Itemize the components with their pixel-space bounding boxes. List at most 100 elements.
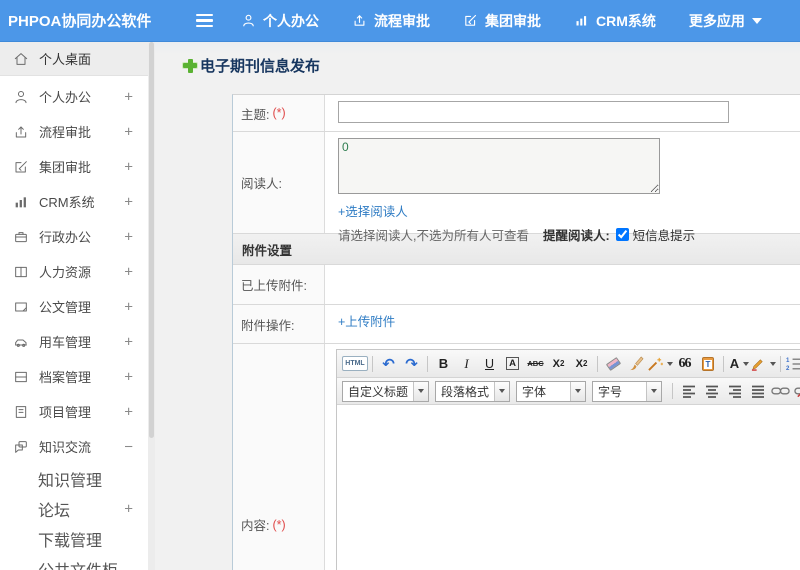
italic-button[interactable]: I — [455, 354, 478, 374]
expand-toggle[interactable]: + — [124, 501, 133, 518]
chevron-down-icon — [751, 17, 762, 24]
expand-toggle[interactable]: + — [124, 263, 133, 280]
unlink-button[interactable] — [792, 381, 800, 401]
sidebar-subitem-forum[interactable]: 论坛 + — [0, 494, 148, 524]
justify-button[interactable] — [746, 381, 769, 401]
align-right-button[interactable] — [723, 381, 746, 401]
nav-label: 更多应用 — [688, 12, 745, 29]
bold-button[interactable]: B — [432, 354, 455, 374]
expand-toggle[interactable]: + — [124, 193, 133, 210]
link-icon — [771, 387, 790, 395]
align-left-button[interactable] — [677, 381, 700, 401]
expand-toggle[interactable]: + — [124, 298, 133, 315]
sidebar-subitem-knowledge-management[interactable]: 知识管理 — [0, 464, 148, 494]
readers-hint: 请选择阅读人,不选为所有人可查看 — [338, 229, 529, 243]
sidebar-item-crm-system[interactable]: CRM系统 + — [0, 184, 148, 219]
car-icon — [15, 339, 27, 347]
insert-link-button[interactable] — [769, 381, 792, 401]
upload-attachment-link[interactable]: +上传附件 — [338, 311, 395, 330]
sidebar-item-personal-office[interactable]: 个人办公 + — [0, 79, 148, 114]
superscript-button[interactable]: X2 — [547, 354, 570, 374]
nav-group-approval[interactable]: 集团审批 — [463, 11, 541, 31]
sidebar-subitem-public-file-cabinet[interactable]: 公共文件柜 — [0, 554, 148, 570]
expand-toggle[interactable]: + — [124, 403, 133, 420]
topbar: PHPOA协同办公软件 个人办公 流程审批 集团审批 CRM系统 更多应用 — [0, 0, 800, 42]
readers-textarea[interactable]: 0 — [338, 138, 660, 194]
form-row-readers: 阅读人: 0 +选择阅读人 请选择阅读人,不选为所有人可查看 提醒阅读人: 短信… — [233, 132, 800, 243]
sidebar-item-vehicle-management[interactable]: 用车管理 + — [0, 324, 148, 359]
nav-crm-system[interactable]: CRM系统 — [574, 11, 656, 31]
font-family-select[interactable]: 字体 — [516, 380, 587, 402]
autotypeset-button[interactable] — [648, 354, 673, 374]
expand-toggle[interactable]: + — [124, 123, 133, 140]
sidebar-item-label: 论坛 — [38, 503, 71, 520]
sidebar-item-document-management[interactable]: 公文管理 + — [0, 289, 148, 324]
ordered-list-button[interactable]: 12 — [785, 354, 800, 374]
sidebar: 个人桌面 个人办公 + 流程审批 + 集团审批 + CRM系统 + 行政办公 +… — [0, 42, 148, 570]
format-brush-button[interactable] — [625, 354, 648, 374]
sidebar-item-project-management[interactable]: 项目管理 + — [0, 394, 148, 429]
subject-input[interactable] — [338, 101, 729, 123]
select-readers-link[interactable]: +选择阅读人 — [338, 201, 408, 220]
remove-format-button[interactable] — [602, 354, 625, 374]
sms-notify-checkbox[interactable] — [615, 228, 629, 241]
expand-toggle[interactable]: + — [124, 368, 133, 385]
paste-as-text-button[interactable] — [696, 354, 719, 374]
heading-select[interactable]: 自定义标题 — [342, 380, 430, 402]
subscript-button[interactable]: X2 — [570, 354, 593, 374]
align-center-button[interactable] — [700, 381, 723, 401]
magic-wand-icon — [648, 357, 663, 371]
redo-button[interactable]: ↷ — [400, 354, 423, 374]
document-icon — [15, 302, 27, 311]
font-color-button[interactable]: A — [728, 354, 751, 374]
editor-toolbar-row2: 自定义标题 段落格式 字体 字号 — [337, 378, 800, 405]
expand-toggle[interactable]: + — [124, 228, 133, 245]
nav-personal-office[interactable]: 个人办公 — [241, 11, 319, 31]
expand-toggle[interactable]: − — [124, 438, 133, 455]
nav-more-apps[interactable]: 更多应用 — [689, 11, 762, 31]
sidebar-item-archive-management[interactable]: 档案管理 + — [0, 359, 148, 394]
expand-toggle[interactable]: + — [124, 88, 133, 105]
paragraph-format-select[interactable]: 段落格式 — [435, 380, 511, 402]
sidebar-item-administrative-office[interactable]: 行政办公 + — [0, 219, 148, 254]
chevron-down-icon — [499, 389, 506, 393]
sidebar-subitem-download-management[interactable]: 下载管理 — [0, 524, 148, 554]
scrollbar-thumb[interactable] — [149, 42, 154, 438]
main-content: 电子期刊信息发布 主题: (*) 阅读人: 0 +选择阅读人 请选择阅读人,不选… — [155, 42, 800, 570]
sidebar-item-knowledge-exchange[interactable]: 知识交流 − — [0, 429, 148, 464]
user-icon — [243, 14, 254, 27]
blockquote-button[interactable]: 66 — [673, 354, 696, 374]
sidebar-item-human-resources[interactable]: 人力资源 + — [0, 254, 148, 289]
sidebar-item-label: 下载管理 — [38, 533, 103, 550]
form-row-uploaded-attachments: 已上传附件: — [233, 265, 800, 305]
sidebar-scrollbar[interactable] — [148, 42, 155, 570]
sidebar-item-personal-desktop[interactable]: 个人桌面 — [0, 42, 148, 76]
app-logo[interactable]: PHPOA协同办公软件 — [0, 10, 196, 31]
form-row-subject: 主题: (*) — [233, 95, 800, 132]
menu-toggle-icon[interactable] — [196, 13, 213, 28]
svg-text:2: 2 — [786, 365, 790, 371]
uploaded-attachments-value — [325, 265, 800, 304]
book-icon — [15, 266, 27, 277]
sidebar-submenu-knowledge: 知识管理 论坛 + 下载管理 公共文件柜 — [0, 464, 148, 570]
strikethrough-button[interactable]: ABC — [524, 354, 547, 374]
sidebar-item-group-approval[interactable]: 集团审批 + — [0, 149, 148, 184]
sidebar-item-label: 档案管理 — [39, 370, 92, 385]
highlight-color-button[interactable] — [751, 354, 776, 374]
inline-style-button[interactable]: A — [501, 354, 524, 374]
nav-workflow-approval[interactable]: 流程审批 — [352, 11, 430, 31]
chevron-down-icon — [418, 389, 425, 393]
html-source-button[interactable]: HTML — [342, 356, 368, 371]
add-icon — [183, 58, 197, 73]
editor-content-area[interactable] — [337, 405, 800, 570]
sidebar-item-workflow-approval[interactable]: 流程审批 + — [0, 114, 148, 149]
sidebar-item-label: 公共文件柜 — [38, 557, 118, 570]
expand-toggle[interactable]: + — [124, 333, 133, 350]
underline-button[interactable]: U — [478, 354, 501, 374]
share-up-icon — [354, 15, 365, 26]
font-size-select[interactable]: 字号 — [592, 380, 663, 402]
nav-label: 集团审批 — [485, 12, 541, 29]
expand-toggle[interactable]: + — [124, 158, 133, 175]
undo-button[interactable]: ↶ — [377, 354, 400, 374]
edit-icon — [465, 14, 477, 26]
